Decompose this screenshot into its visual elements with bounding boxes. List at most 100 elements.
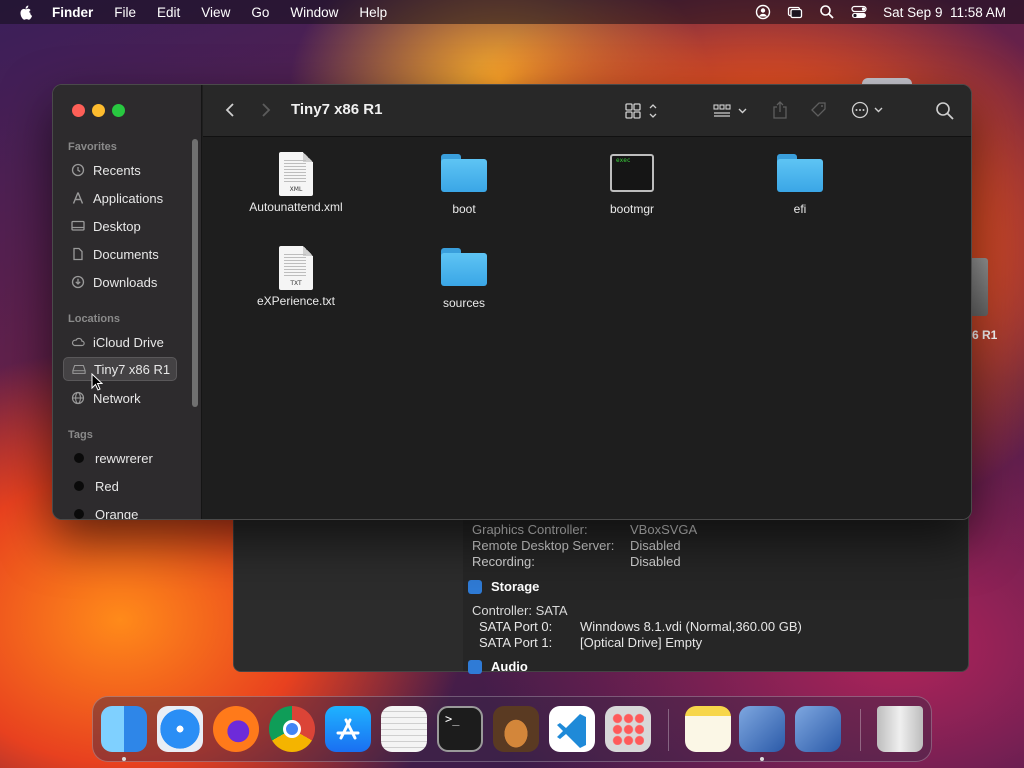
icon-view-toggle-icon[interactable]: [625, 102, 659, 120]
detail-row: Recording: Disabled: [472, 554, 681, 569]
trash-icon[interactable]: [877, 706, 923, 752]
detail-value: VBoxSVGA: [630, 522, 698, 537]
file-item-bootmgr[interactable]: exec bootmgr: [567, 152, 697, 216]
menu-clock[interactable]: Sat Sep 9 11:58 AM: [883, 5, 1006, 20]
folder-icon: [441, 154, 487, 192]
notes-icon[interactable]: [685, 706, 731, 752]
sidebar-item-documents[interactable]: Documents: [63, 242, 177, 266]
user-account-icon[interactable]: [755, 4, 771, 20]
detail-value: Disabled: [630, 554, 681, 569]
search-icon[interactable]: [935, 101, 955, 121]
virtualbox-icon[interactable]: [739, 706, 785, 752]
detail-row: Graphics Controller: VBoxSVGA: [472, 522, 697, 537]
sidebar-item-label: Desktop: [93, 218, 141, 234]
more-actions-icon[interactable]: [851, 101, 887, 119]
file-item-efi[interactable]: efi: [735, 152, 865, 216]
audio-icon: [468, 659, 482, 674]
menu-app-name[interactable]: Finder: [52, 5, 93, 20]
zoom-window-button[interactable]: [112, 104, 125, 117]
txt-document-icon: TXT: [279, 246, 313, 290]
mouse-cursor-icon: [91, 373, 103, 391]
sidebar-scrollbar[interactable]: [192, 139, 198, 407]
apple-menu-icon[interactable]: [18, 4, 34, 20]
file-item-autounattend[interactable]: XML Autounattend.xml: [231, 152, 361, 214]
file-item-boot[interactable]: boot: [399, 152, 529, 216]
group-by-menu-icon[interactable]: [713, 102, 749, 120]
executable-icon: exec: [610, 154, 654, 192]
sidebar-tag-red[interactable]: Red: [63, 474, 177, 498]
control-center-icon[interactable]: [851, 4, 867, 20]
safari-icon[interactable]: [157, 706, 203, 752]
minimize-window-button[interactable]: [92, 104, 105, 117]
sidebar-item-recents[interactable]: Recents: [63, 158, 177, 182]
folder-icon: [441, 248, 487, 286]
menu-bar: Finder File Edit View Go Window Help Sat…: [0, 0, 1024, 24]
file-name: eXPerience.txt: [256, 294, 336, 308]
sidebar-item-label: Downloads: [93, 274, 158, 290]
vm-list-pane[interactable]: [234, 501, 463, 671]
tag-color-dot: [74, 509, 84, 519]
sidebar-item-desktop[interactable]: Desktop: [63, 214, 177, 238]
virtualbox-vm-icon[interactable]: [795, 706, 841, 752]
menu-view[interactable]: View: [201, 5, 230, 20]
sidebar-item-label: Orange: [95, 506, 139, 520]
sidebar-item-applications[interactable]: Applications: [63, 186, 177, 210]
menu-edit[interactable]: Edit: [157, 5, 180, 20]
dock-separator: [860, 709, 861, 751]
audio-section-header[interactable]: Audio: [468, 659, 528, 674]
close-window-button[interactable]: [72, 104, 85, 117]
running-indicator: [122, 757, 126, 761]
window-title: Tiny7 x86 R1: [291, 101, 383, 118]
launchpad-icon[interactable]: [605, 706, 651, 752]
textedit-icon[interactable]: [381, 706, 427, 752]
firefox-icon[interactable]: [213, 706, 259, 752]
sidebar-item-label: Documents: [93, 246, 159, 262]
globe-icon: [71, 391, 85, 405]
file-item-sources[interactable]: sources: [399, 246, 529, 310]
sidebar-item-label: iCloud Drive: [93, 334, 164, 350]
file-name: bootmgr: [609, 202, 655, 216]
menu-go[interactable]: Go: [251, 5, 269, 20]
app-store-icon[interactable]: [325, 706, 371, 752]
sidebar-item-network[interactable]: Network: [63, 386, 177, 410]
finder-icon[interactable]: [101, 706, 147, 752]
file-name: boot: [452, 202, 476, 216]
terminal-icon[interactable]: >_: [437, 706, 483, 752]
tag-color-dot: [74, 453, 84, 463]
screen-mirroring-icon[interactable]: [787, 4, 803, 20]
folder-icon: [777, 154, 823, 192]
sidebar-item-tiny7-disk[interactable]: Tiny7 x86 R1: [63, 357, 177, 381]
controller-label: Controller: SATA: [472, 603, 568, 618]
spotlight-search-icon[interactable]: [819, 4, 835, 20]
file-item-experience[interactable]: TXT eXPerience.txt: [231, 246, 361, 308]
sidebar-item-icloud-drive[interactable]: iCloud Drive: [63, 330, 177, 354]
finder-window: Favorites Recents Applications Desktop D…: [52, 84, 972, 520]
sidebar-item-label: Applications: [93, 190, 164, 206]
sidebar-tag-orange[interactable]: Orange: [63, 502, 177, 520]
forward-chevron-icon[interactable]: [261, 102, 271, 118]
storage-section-header[interactable]: Storage: [468, 579, 539, 594]
vscode-icon[interactable]: [549, 706, 595, 752]
audio-title: Audio: [491, 659, 528, 674]
sata-port-row: SATA Port 1: [Optical Drive] Empty: [479, 635, 702, 650]
menu-window[interactable]: Window: [290, 5, 338, 20]
file-browser: XML Autounattend.xml boot exec bootmgr e…: [203, 138, 971, 519]
clock-icon: [71, 163, 85, 177]
desktop-disk-label[interactable]: 6 R1: [972, 328, 997, 342]
share-icon[interactable]: [771, 100, 789, 120]
menu-file[interactable]: File: [114, 5, 136, 20]
sidebar-tag-rewwrerer[interactable]: rewwrerer: [63, 446, 177, 470]
back-chevron-icon[interactable]: [225, 102, 235, 118]
menu-help[interactable]: Help: [359, 5, 387, 20]
tag-icon[interactable]: [809, 100, 829, 120]
file-type-label: exec: [616, 157, 631, 164]
sidebar-item-downloads[interactable]: Downloads: [63, 270, 177, 294]
tags-header: Tags: [68, 429, 93, 441]
cloud-icon: [71, 335, 85, 349]
chrome-icon[interactable]: [269, 706, 315, 752]
download-icon: [71, 275, 85, 289]
locations-header: Locations: [68, 313, 120, 325]
garageband-icon[interactable]: [493, 706, 539, 752]
storage-title: Storage: [491, 579, 540, 594]
sidebar-item-label: Tiny7 x86 R1: [94, 361, 171, 377]
